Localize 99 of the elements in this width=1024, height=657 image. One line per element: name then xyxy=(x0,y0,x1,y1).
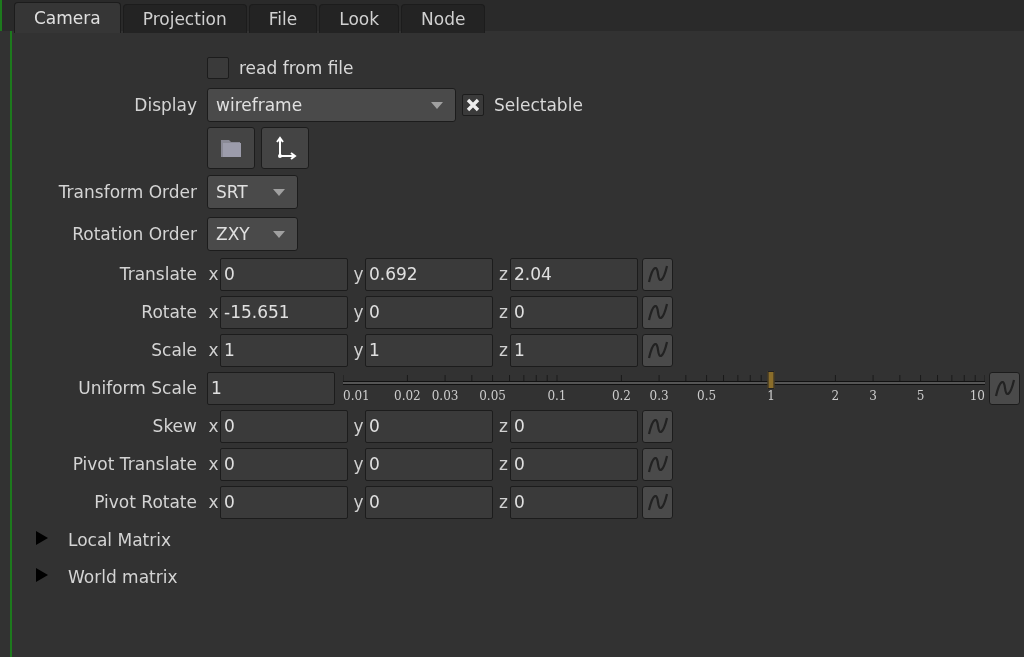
field-label: Translate xyxy=(118,264,198,284)
number-field[interactable]: 1 xyxy=(365,333,493,367)
tick-label: 10 xyxy=(969,389,985,403)
disclosure-triangle[interactable] xyxy=(36,530,48,545)
field-label: Rotation Order xyxy=(71,224,198,244)
tick-label: 1 xyxy=(767,389,775,403)
number-field[interactable]: 0.692 xyxy=(365,257,493,291)
tick-label: 0.05 xyxy=(479,389,506,403)
tick-label: 0.2 xyxy=(611,389,631,403)
field-label: Transform Order xyxy=(57,182,198,202)
tab[interactable]: Camera xyxy=(14,2,121,33)
number-field[interactable]: 0 xyxy=(365,409,493,443)
checkbox[interactable] xyxy=(207,57,229,79)
number-field[interactable]: 1 xyxy=(207,371,335,405)
curve-icon xyxy=(646,301,669,323)
axis-label: z xyxy=(498,454,509,474)
field-label: Pivot Rotate xyxy=(93,492,198,512)
tick-label: 0.1 xyxy=(547,389,567,403)
axis-label: y xyxy=(352,454,365,474)
number-field[interactable]: 0 xyxy=(510,409,638,443)
number-field[interactable]: 0 xyxy=(220,409,348,443)
number-field[interactable]: 0 xyxy=(365,485,493,519)
caret-icon xyxy=(273,188,285,196)
animation-button[interactable] xyxy=(642,409,673,443)
axis-label: z xyxy=(498,302,509,322)
field-label: Scale xyxy=(150,340,198,360)
curve-icon xyxy=(646,491,669,513)
axis-label: z xyxy=(498,264,509,284)
number-field[interactable]: 0 xyxy=(365,447,493,481)
folder-icon xyxy=(220,138,242,158)
animation-button[interactable] xyxy=(989,371,1020,405)
tick-label: 2 xyxy=(831,389,840,403)
curve-icon xyxy=(646,263,669,285)
tick-label: 0.3 xyxy=(649,389,669,403)
number-field[interactable]: 0 xyxy=(220,257,348,291)
animation-button[interactable] xyxy=(642,295,673,329)
number-field[interactable]: 0 xyxy=(220,485,348,519)
axis-label: x xyxy=(207,454,220,474)
field-label: Display xyxy=(133,95,198,115)
tab[interactable]: Node xyxy=(401,4,486,33)
axis-label: x xyxy=(207,492,220,512)
animation-button[interactable] xyxy=(642,333,673,367)
dropdown[interactable]: SRT xyxy=(207,175,298,209)
field-label: Pivot Translate xyxy=(71,454,198,474)
dropdown[interactable]: ZXY xyxy=(207,217,298,251)
axis-icon xyxy=(273,136,297,160)
animation-button[interactable] xyxy=(642,485,673,519)
field-label: Skew xyxy=(151,416,198,436)
checkbox-label: Selectable xyxy=(494,95,583,115)
number-field[interactable]: 1 xyxy=(510,333,638,367)
axis-label: y xyxy=(352,416,365,436)
tab[interactable]: File xyxy=(248,4,318,33)
folder-button[interactable] xyxy=(207,127,255,169)
axis-button[interactable] xyxy=(261,127,309,169)
curve-icon xyxy=(646,339,669,361)
curve-icon xyxy=(646,453,669,475)
axis-label: x xyxy=(207,302,220,322)
curve-icon xyxy=(646,415,669,437)
number-field[interactable]: 0 xyxy=(510,447,638,481)
animation-button[interactable] xyxy=(642,447,673,481)
field-label: Rotate xyxy=(140,302,198,322)
checkbox[interactable] xyxy=(462,94,484,116)
axis-label: x xyxy=(207,416,220,436)
number-field[interactable]: 0 xyxy=(365,295,493,329)
tab[interactable]: Projection xyxy=(122,4,247,33)
tick-label: 0.02 xyxy=(394,389,421,403)
number-field[interactable]: 0 xyxy=(510,295,638,329)
number-field[interactable]: -15.651 xyxy=(220,295,348,329)
axis-label: z xyxy=(498,340,509,360)
tick-label: 3 xyxy=(869,389,877,403)
axis-label: y xyxy=(352,264,365,284)
animation-button[interactable] xyxy=(642,257,673,291)
tick-label: 0.01 xyxy=(343,389,370,403)
number-field[interactable]: 1 xyxy=(220,333,348,367)
axis-label: y xyxy=(352,302,365,322)
tick-label: 5 xyxy=(916,389,925,403)
tick-label: 0.03 xyxy=(431,389,459,403)
section-header[interactable]: World matrix xyxy=(68,566,178,587)
dropdown[interactable]: wireframe xyxy=(207,88,456,122)
curve-icon xyxy=(993,377,1016,399)
number-field[interactable]: 0 xyxy=(220,447,348,481)
slider-track[interactable] xyxy=(343,369,985,389)
axis-label: y xyxy=(352,340,365,360)
axis-label: x xyxy=(207,340,220,360)
number-field[interactable]: 2.04 xyxy=(510,257,638,291)
axis-label: y xyxy=(352,492,365,512)
checkbox-label: read from file xyxy=(239,58,354,78)
number-field[interactable]: 0 xyxy=(510,485,638,519)
field-label: Uniform Scale xyxy=(77,378,198,398)
disclosure-triangle[interactable] xyxy=(36,567,48,582)
caret-icon xyxy=(431,101,443,109)
axis-label: x xyxy=(207,264,220,284)
caret-icon xyxy=(273,230,285,238)
tab[interactable]: Look xyxy=(319,4,400,33)
section-header[interactable]: Local Matrix xyxy=(68,529,171,550)
slider-thumb[interactable] xyxy=(767,371,775,389)
axis-label: z xyxy=(498,492,509,512)
tick-label: 0.5 xyxy=(697,389,717,403)
axis-label: z xyxy=(498,416,509,436)
